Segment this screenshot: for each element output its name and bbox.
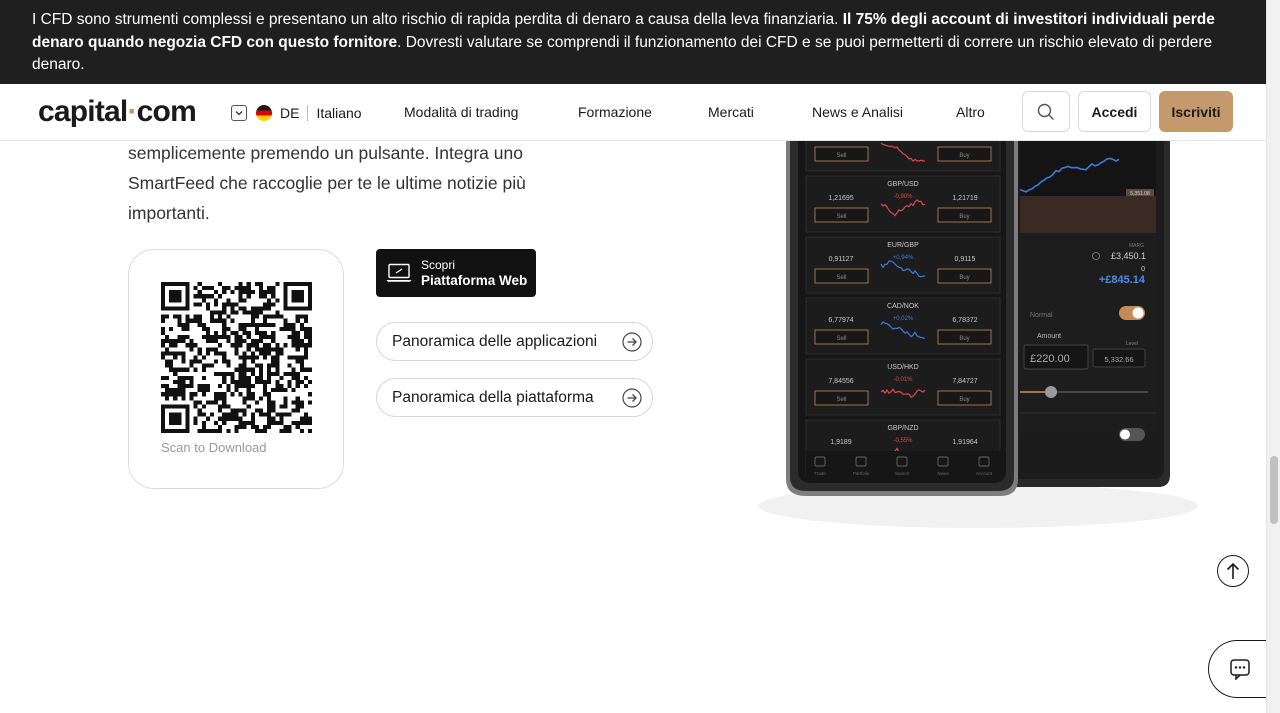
qr-caption: Scan to Download <box>161 440 267 455</box>
amount-value: £220.00 <box>1030 353 1070 365</box>
apps-overview-label: Panoramica delle applicazioni <box>392 332 598 350</box>
risk-warning-banner: I CFD sono strumenti complessi e present… <box>0 0 1266 84</box>
nav-news-analysis[interactable]: News e Analisi <box>812 104 903 120</box>
arrow-right-circle-icon <box>622 388 642 408</box>
buy-price: 0,9115 <box>955 256 976 263</box>
sell-price: 7,84556 <box>828 378 853 385</box>
chat-button[interactable] <box>1208 640 1270 698</box>
app-tab-label: News <box>937 471 949 476</box>
back-to-top-button[interactable] <box>1217 555 1249 587</box>
language-label[interactable]: Italiano <box>316 105 361 121</box>
nav-more[interactable]: Altro <box>956 104 985 120</box>
mode-label: Normal <box>1030 312 1053 319</box>
quote-change: +0,94% <box>893 255 914 261</box>
quote-change: -0,01% <box>893 377 913 383</box>
nav-trading-modes[interactable]: Modalità di trading <box>404 104 518 120</box>
quote-change: -0,90% <box>893 194 913 200</box>
platform-overview-button[interactable]: Panoramica della piattaforma <box>376 378 653 417</box>
search-button[interactable] <box>1022 91 1070 132</box>
quote-pair: USD/HKD <box>887 364 919 371</box>
signup-button[interactable]: Iscriviti <box>1159 91 1233 132</box>
level-label: Level <box>1126 341 1138 347</box>
mobile-app-illustration: 5,351.08 MARG £3,450.1 0 +£845.14 Normal… <box>758 141 1198 528</box>
sell-price: 1,21695 <box>828 195 853 202</box>
region-divider <box>307 104 309 121</box>
quote-row[interactable]: CAD/NOK 6,77974 6,78372 +0,02% Sell Buy <box>805 297 1001 355</box>
sell-price: 6,77974 <box>828 317 853 324</box>
web-platform-button[interactable]: Scopri Piattaforma Web <box>376 249 536 297</box>
qr-download-card: Scan to Download <box>128 249 344 489</box>
apps-overview-button[interactable]: Panoramica delle applicazioni <box>376 322 653 361</box>
profit-loss: +£845.14 <box>1099 274 1146 286</box>
logo-text-left: capital <box>38 95 128 128</box>
sell-price: 1,9189 <box>830 439 852 446</box>
region-language-selector[interactable]: DE Italiano <box>231 104 362 121</box>
quote-row[interactable]: GBP/USD 1,21695 1,21719 -0,90% Sell Buy <box>805 175 1001 233</box>
site-header: capital·com DE Italiano Modalità di trad… <box>0 84 1266 141</box>
quote-change: +0,02% <box>893 316 914 322</box>
login-button[interactable]: Accedi <box>1078 91 1151 132</box>
quote-pair: CAD/NOK <box>887 303 919 310</box>
buy-label: Buy <box>959 214 969 220</box>
buy-price: 6,78372 <box>952 317 977 324</box>
risk-warning-text: I CFD sono strumenti complessi e present… <box>32 11 843 28</box>
quote-row[interactable]: USD/HKD 7,84556 7,84727 -0,01% Sell Buy <box>805 358 1001 416</box>
buy-price: 7,84727 <box>952 378 977 385</box>
buy-label: Buy <box>959 336 969 342</box>
sell-label: Sell <box>836 336 846 342</box>
phone-left: Sell Buy GBP/USD 1,21695 1,21719 -0,90% Sell Bu… <box>786 141 1018 496</box>
price-tag: 5,351.08 <box>1130 191 1150 197</box>
buy-price: 1,21719 <box>952 195 977 202</box>
phone-right: 5,351.08 MARG £3,450.1 0 +£845.14 Normal… <box>1013 141 1170 487</box>
sell-label: Sell <box>836 153 846 159</box>
logo-text-right: com <box>136 95 197 128</box>
description-line: semplicemente premendo un pulsante. Inte… <box>128 143 523 163</box>
web-badge-line2: Piattaforma Web <box>421 272 528 288</box>
app-tab-label: Trade <box>814 471 826 476</box>
scrollbar-thumb[interactable] <box>1270 456 1278 524</box>
app-tab-label: Search <box>895 471 910 476</box>
balance: £3,450.1 <box>1111 251 1146 261</box>
quote-row[interactable]: EUR/GBP 0,91127 0,9115 +0,94% Sell Buy <box>805 236 1001 294</box>
search-icon <box>1037 103 1054 120</box>
qr-code[interactable] <box>161 282 312 433</box>
amount-label: Amount <box>1037 333 1061 340</box>
page-scrollbar[interactable] <box>1266 0 1280 713</box>
app-tab-label: Account <box>976 471 993 476</box>
description-line: SmartFeed che raccoglie per te le ultime… <box>128 173 526 193</box>
buy-label: Buy <box>959 275 969 281</box>
app-tab-label: Portfolio <box>853 471 870 476</box>
arrow-right-circle-icon <box>622 332 642 352</box>
app-description: semplicemente premendo un pulsante. Inte… <box>128 138 598 228</box>
capital-com-logo[interactable]: capital·com <box>38 95 197 129</box>
arrow-up-icon <box>1226 562 1240 579</box>
chat-icon <box>1229 659 1250 680</box>
sell-label: Sell <box>836 214 846 220</box>
margin-label: MARG <box>1129 243 1144 249</box>
quote-pair: GBP/USD <box>887 181 919 188</box>
quote-row[interactable]: Sell Buy <box>805 141 1001 172</box>
laptop-icon <box>386 263 412 282</box>
web-badge-line1: Scopri <box>421 257 456 272</box>
nav-education[interactable]: Formazione <box>578 104 652 120</box>
quote-pair: EUR/GBP <box>887 242 919 249</box>
page: I CFD sono strumenti complessi e present… <box>0 0 1280 713</box>
sell-label: Sell <box>836 275 846 281</box>
buy-price: 1,91964 <box>952 439 977 446</box>
buy-label: Buy <box>959 397 969 403</box>
platform-overview-label: Panoramica della piattaforma <box>392 388 594 406</box>
buy-label: Buy <box>959 153 969 159</box>
logo-dot: · <box>127 95 137 128</box>
description-line: importanti. <box>128 203 210 223</box>
sell-label: Sell <box>836 397 846 403</box>
region-code: DE <box>280 104 300 121</box>
sell-price: 0,91127 <box>829 256 854 263</box>
germany-flag-icon <box>256 104 272 121</box>
level-value: 5,332.66 <box>1104 355 1133 364</box>
quote-pair: GBP/NZD <box>887 425 918 432</box>
zero-value: 0 <box>1141 266 1145 273</box>
nav-markets[interactable]: Mercati <box>708 104 754 120</box>
quote-change: -0,55% <box>893 438 913 444</box>
chevron-down-icon[interactable] <box>231 104 247 121</box>
